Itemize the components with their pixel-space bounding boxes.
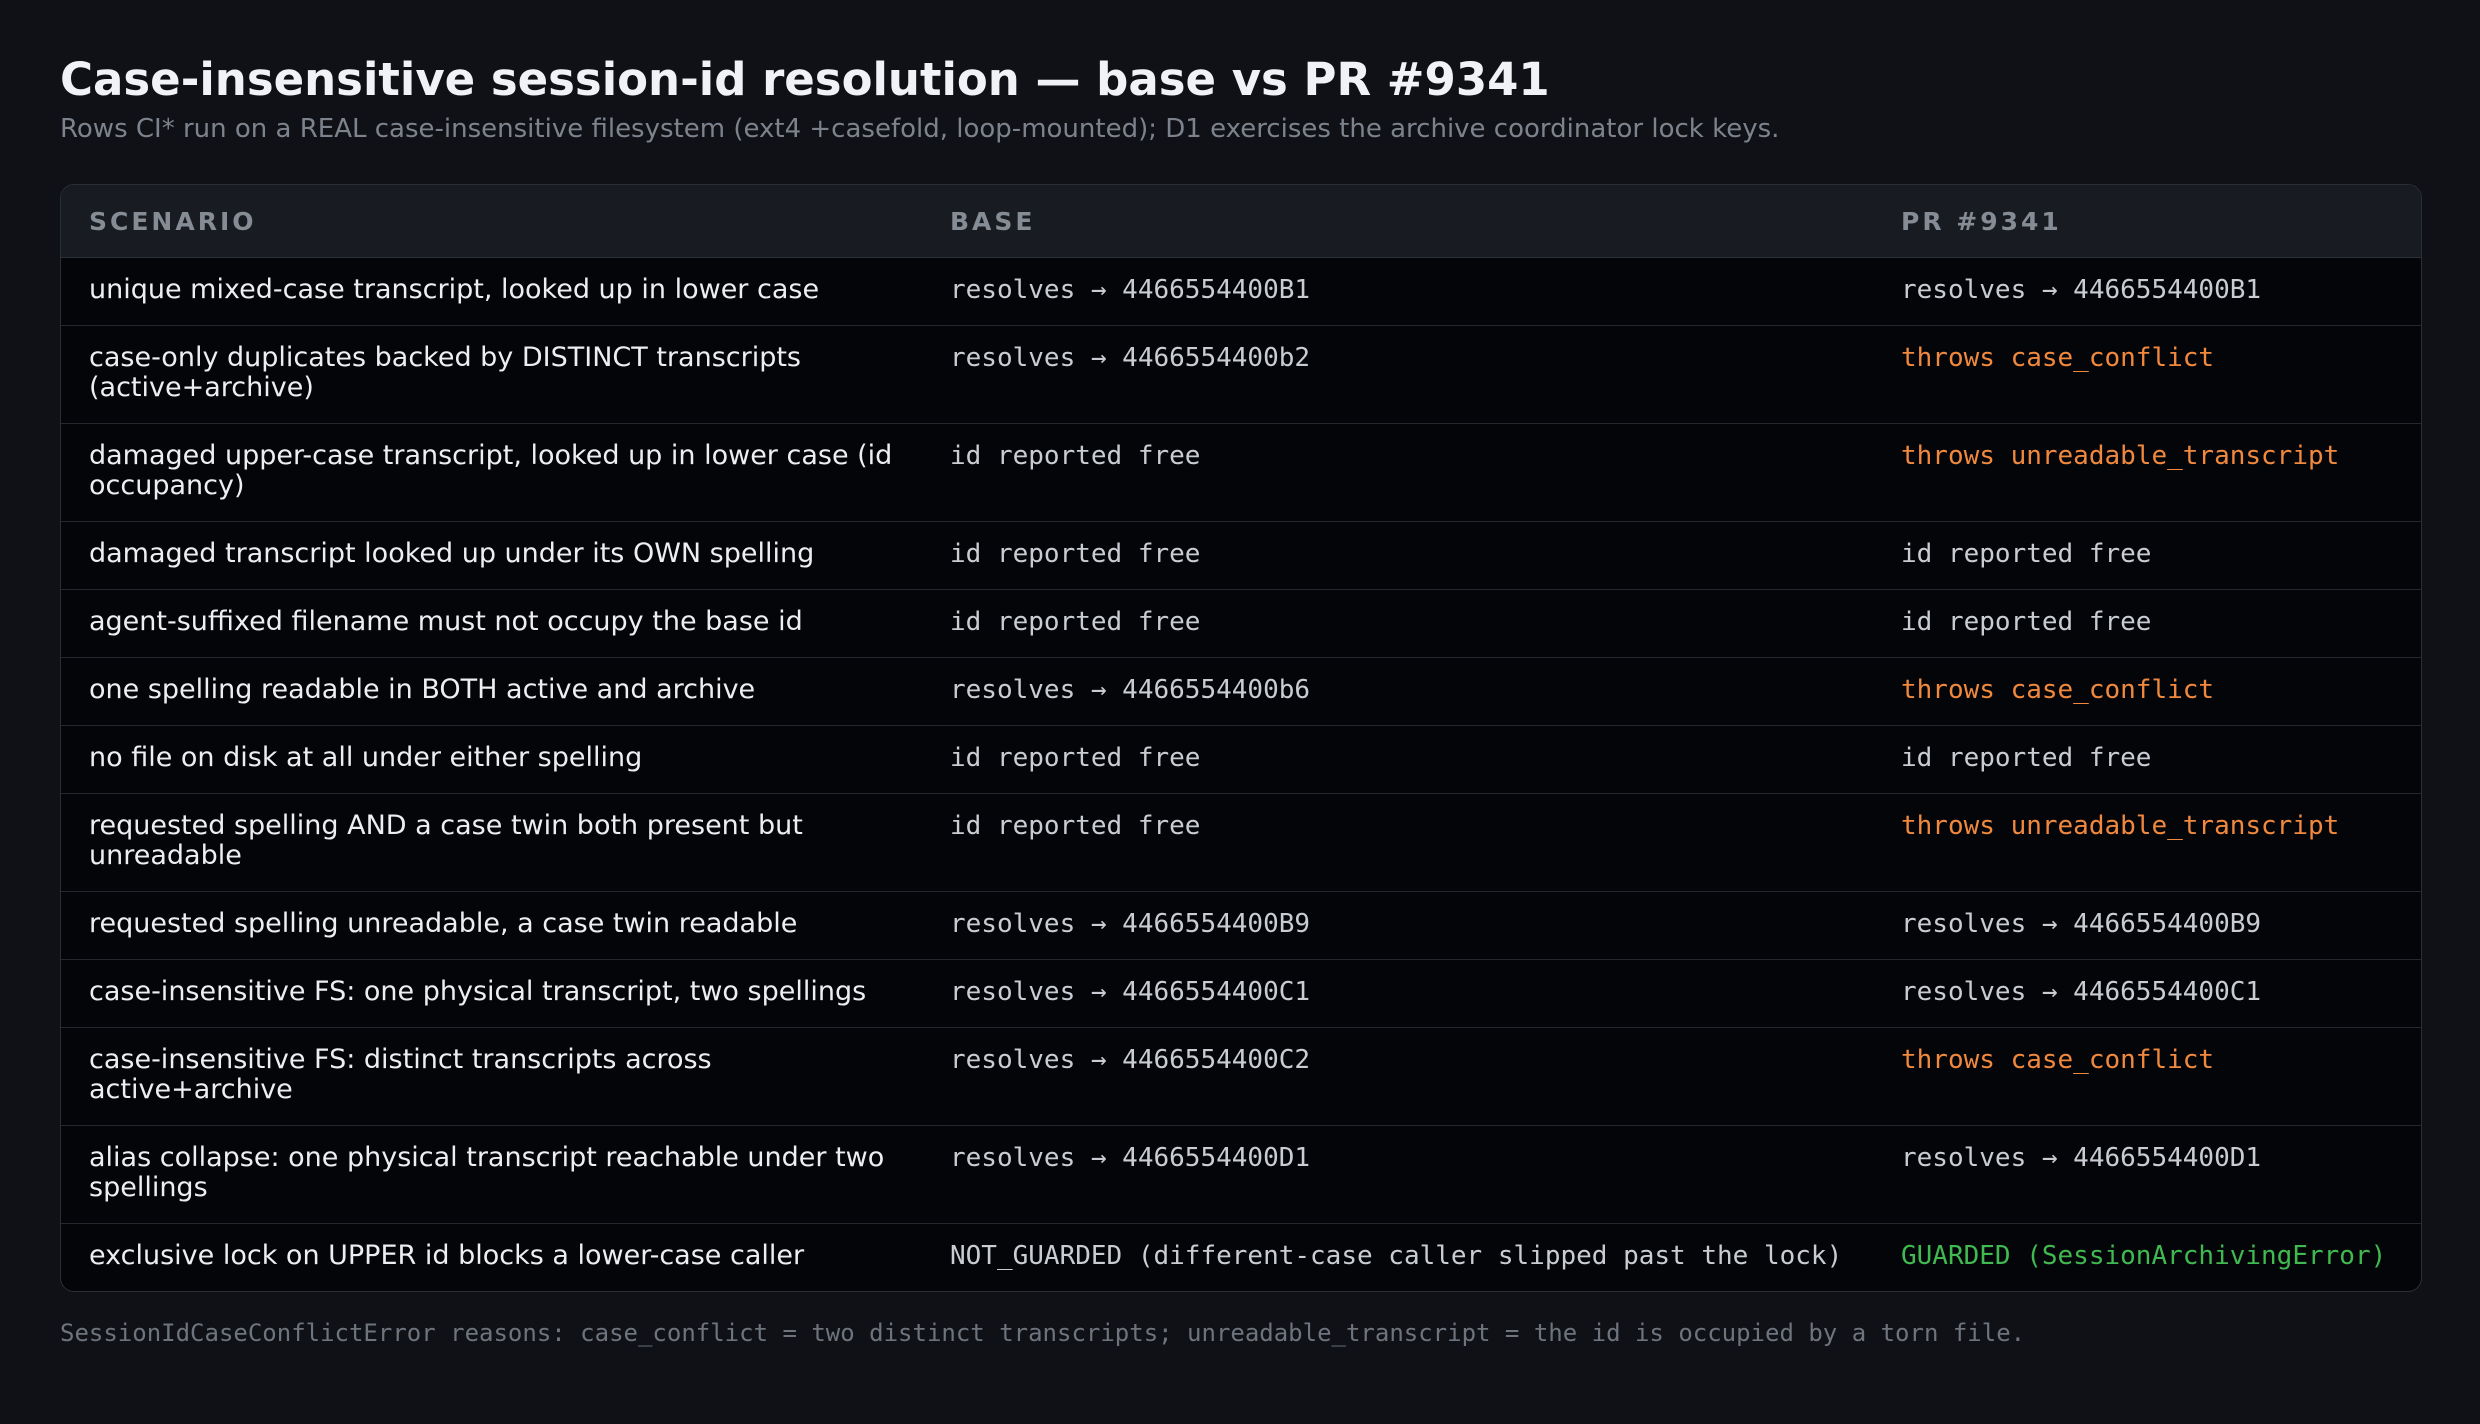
base-result-cell: resolves → 4466554400b6 [922,657,1873,726]
scenario-cell: damaged transcript looked up under its O… [61,521,922,590]
scenario-cell: requested spelling unreadable, a case tw… [61,891,922,960]
table-row: one spelling readable in BOTH active and… [61,657,2421,726]
pr-result-cell: resolves → 4466554400C1 [1873,959,2421,1028]
scenario-cell: one spelling readable in BOTH active and… [61,657,922,726]
page-title: Case-insensitive session-id resolution —… [60,53,1550,106]
scenario-cell: case-insensitive FS: one physical transc… [61,959,922,1028]
table-row: requested spelling unreadable, a case tw… [61,891,2421,960]
base-result-cell: id reported free [922,725,1873,794]
pr-result-cell: GUARDED (SessionArchivingError) [1901,1241,2387,1271]
scenario-cell: case-only duplicates backed by DISTINCT … [61,325,922,424]
base-result-cell: resolves → 4466554400C2 [922,1027,1873,1126]
base-result-cell: resolves → 4466554400B1 [922,257,1873,326]
base-result-cell: resolves → 4466554400D1 [922,1125,1873,1224]
table-row: agent-suffixed filename must not occupy … [61,589,2421,658]
pr-result-cell: throws case_conflict [1873,1027,2421,1126]
pr-result-cell: throws case_conflict [1873,325,2421,424]
column-header-pr: PR #9341 [1873,185,2421,258]
header-row: SCENARIO BASE PR #9341 [61,185,2421,258]
pr-result-cell: id reported free [1873,521,2421,590]
pr-result-cell: throws case_conflict [1873,657,2421,726]
table-row: unique mixed-case transcript, looked up … [61,257,2421,326]
table-row: damaged upper-case transcript, looked up… [61,423,2421,522]
scenario-cell: case-insensitive FS: distinct transcript… [61,1027,922,1126]
pr-result-cell: id reported free [1873,725,2421,794]
pr-result-cell: resolves → 4466554400B1 [1873,257,2421,326]
scenario-cell: agent-suffixed filename must not occupy … [61,589,922,658]
page-subtitle: Rows CI* run on a REAL case-insensitive … [60,114,1780,144]
table-row: damaged transcript looked up under its O… [61,521,2421,590]
table-row: case-only duplicates backed by DISTINCT … [61,325,2421,424]
base-result-cell: id reported free [922,521,1873,590]
table-row: alias collapse: one physical transcript … [61,1125,2421,1224]
scenario-cell: unique mixed-case transcript, looked up … [61,257,922,326]
footnote: SessionIdCaseConflictError reasons: case… [60,1319,2026,1347]
pr-result-cell: resolves → 4466554400B9 [1873,891,2421,960]
table-row: requested spelling AND a case twin both … [61,793,2421,892]
comparison-table: SCENARIO BASE PR #9341 unique mixed-case… [61,185,2421,1291]
scenario-cell: exclusive lock on UPPER id blocks a lowe… [89,1240,805,1271]
pr-result-cell: resolves → 4466554400D1 [1873,1125,2421,1224]
base-result-cell: id reported free [922,793,1873,892]
page: Case-insensitive session-id resolution —… [0,0,2480,1424]
table-row: exclusive lock on UPPER id blocks a lowe… [61,1224,2421,1292]
table-row: no file on disk at all under either spel… [61,725,2421,794]
column-header-base: BASE [922,185,1873,258]
table-row: case-insensitive FS: one physical transc… [61,959,2421,1028]
table-header: SCENARIO BASE PR #9341 [61,185,2421,258]
table-row: case-insensitive FS: distinct transcript… [61,1027,2421,1126]
base-result-cell: id reported free [922,423,1873,522]
scenario-cell: damaged upper-case transcript, looked up… [61,423,922,522]
scenario-cell: alias collapse: one physical transcript … [61,1125,922,1224]
base-result-cell: id reported free [922,589,1873,658]
base-result-cell: resolves → 4466554400b2 [922,325,1873,424]
table-body: unique mixed-case transcript, looked up … [61,257,2421,1292]
scenario-cell: requested spelling AND a case twin both … [61,793,922,892]
pr-result-cell: throws unreadable_transcript [1873,793,2421,892]
comparison-table-card: SCENARIO BASE PR #9341 unique mixed-case… [60,184,2422,1292]
base-result-cell: resolves → 4466554400B9 [922,891,1873,960]
scenario-cell: no file on disk at all under either spel… [61,725,922,794]
base-result-cell: NOT_GUARDED (different-case caller slipp… [950,1241,1843,1271]
pr-result-cell: throws unreadable_transcript [1873,423,2421,522]
pr-result-cell: id reported free [1873,589,2421,658]
base-result-cell: resolves → 4466554400C1 [922,959,1873,1028]
column-header-scenario: SCENARIO [61,185,922,258]
